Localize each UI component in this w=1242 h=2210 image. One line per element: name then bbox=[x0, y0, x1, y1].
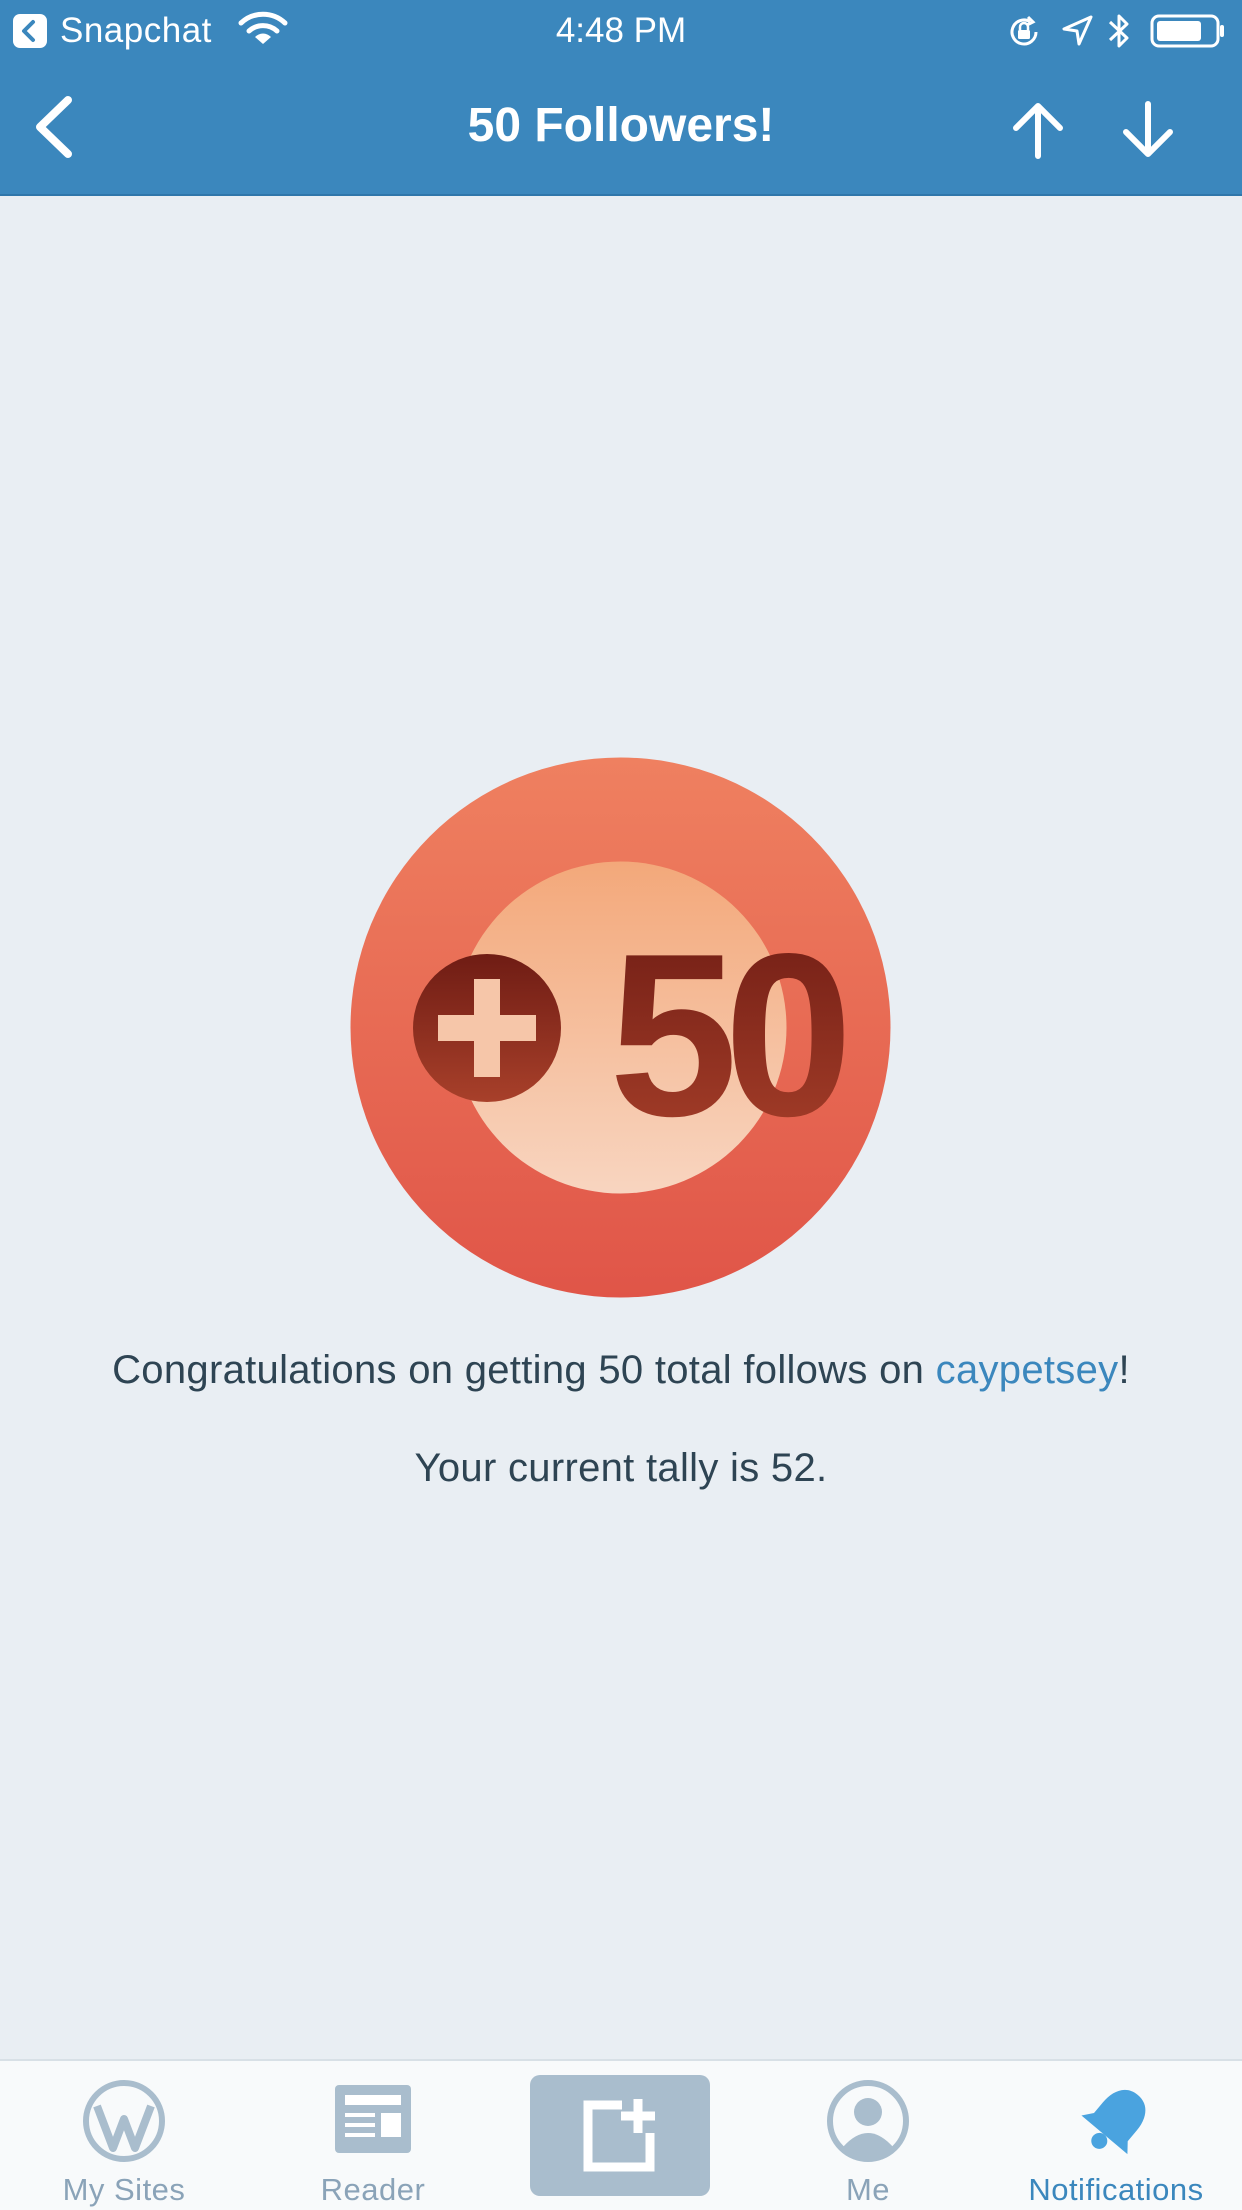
write-post-button[interactable] bbox=[530, 2075, 710, 2196]
tab-notifications[interactable]: Notifications bbox=[1006, 2061, 1226, 2210]
reader-icon bbox=[335, 2085, 411, 2153]
rotation-lock-icon bbox=[1010, 15, 1038, 46]
tab-my-sites-label: My Sites bbox=[62, 2172, 186, 2207]
followers-badge-icon: 50 bbox=[350, 757, 891, 1298]
status-time: 4:48 PM bbox=[555, 11, 687, 50]
tab-reader-label: Reader bbox=[320, 2172, 426, 2207]
congrats-message: Congratulations on getting 50 total foll… bbox=[0, 1348, 1242, 1393]
status-bar: Snapchat 4:48 PM bbox=[0, 0, 1242, 62]
congrats-text: Congratulations on getting 50 total foll… bbox=[112, 1348, 936, 1392]
bell-icon bbox=[1081, 2089, 1146, 2155]
badge-number: 50 bbox=[609, 906, 844, 1165]
tab-reader[interactable]: Reader bbox=[263, 2061, 483, 2210]
tab-me-label: Me bbox=[845, 2172, 891, 2207]
tab-bar: My Sites Reader Me Notifications bbox=[0, 2059, 1242, 2210]
battery-icon bbox=[1150, 14, 1224, 48]
arrow-up-icon[interactable] bbox=[1006, 98, 1070, 162]
tab-notifications-label: Notifications bbox=[1028, 2172, 1204, 2207]
location-icon bbox=[1062, 15, 1093, 46]
wordpress-icon bbox=[83, 2080, 165, 2162]
tally-message: Your current tally is 52. bbox=[414, 1446, 828, 1490]
site-link[interactable]: caypetsey bbox=[936, 1348, 1119, 1392]
top-bar: Snapchat 4:48 PM 50 Followers! bbox=[0, 0, 1242, 196]
tab-me[interactable]: Me bbox=[758, 2061, 978, 2210]
nav-bar: 50 Followers! bbox=[0, 62, 1242, 194]
congrats-suffix: ! bbox=[1118, 1348, 1130, 1392]
tab-my-sites[interactable]: My Sites bbox=[14, 2061, 234, 2210]
profile-icon bbox=[827, 2080, 909, 2162]
bluetooth-icon bbox=[1108, 14, 1129, 48]
arrow-down-icon[interactable] bbox=[1116, 98, 1180, 162]
write-post-icon bbox=[583, 2099, 655, 2172]
